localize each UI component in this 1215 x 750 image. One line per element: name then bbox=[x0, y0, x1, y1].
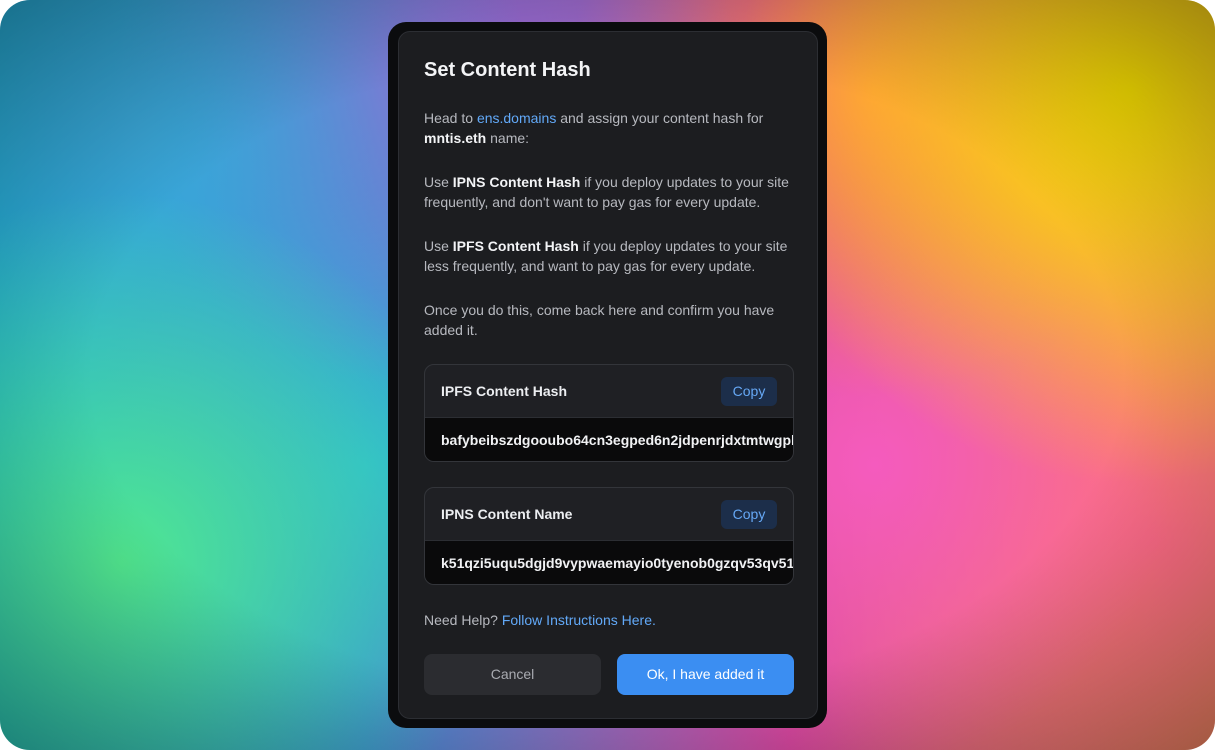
modal-title: Set Content Hash bbox=[424, 59, 591, 81]
ipfs-tip-bold: IPFS Content Hash bbox=[452, 238, 579, 254]
domain-name: mntis.eth bbox=[424, 130, 487, 146]
ipfs-hash-label: IPFS Content Hash bbox=[441, 383, 568, 399]
intro-text: Head to ens.domains and assign your cont… bbox=[424, 108, 794, 148]
copy-ipfs-button[interactable]: Copy bbox=[721, 377, 777, 406]
help-text: Need Help? Follow Instructions Here. bbox=[424, 612, 656, 628]
help-prefix: Need Help? bbox=[424, 612, 502, 628]
ipfs-hash-header: IPFS Content Hash Copy bbox=[425, 365, 793, 418]
ipns-name-header: IPNS Content Name Copy bbox=[425, 488, 793, 541]
ipns-tip-text: Use IPNS Content Hash if you deploy upda… bbox=[424, 172, 794, 212]
ipns-name-label: IPNS Content Name bbox=[441, 506, 573, 522]
ipfs-tip-text: Use IPFS Content Hash if you deploy upda… bbox=[424, 236, 794, 276]
intro-middle: and assign your content hash for bbox=[556, 110, 764, 126]
ipns-name-card: IPNS Content Name Copy k51qzi5uqu5dgjd9v… bbox=[424, 487, 794, 585]
intro-prefix: Head to bbox=[424, 110, 477, 126]
ens-domains-link[interactable]: ens.domains bbox=[477, 110, 556, 126]
ipns-tip-bold: IPNS Content Hash bbox=[452, 174, 581, 190]
follow-instructions-link[interactable]: Follow Instructions Here. bbox=[502, 612, 656, 628]
intro-suffix: name: bbox=[486, 130, 530, 146]
set-content-hash-modal: Set Content Hash Head to ens.domains and… bbox=[398, 31, 818, 719]
copy-ipns-button[interactable]: Copy bbox=[721, 500, 777, 529]
confirm-text: Once you do this, come back here and con… bbox=[424, 302, 775, 338]
cancel-button[interactable]: Cancel bbox=[424, 654, 601, 695]
ipfs-hash-card: IPFS Content Hash Copy bafybeibszdgooubo… bbox=[424, 364, 794, 462]
ipfs-tip-prefix: Use bbox=[424, 238, 453, 254]
ipns-tip-prefix: Use bbox=[424, 174, 453, 190]
ipfs-hash-value[interactable]: bafybeibszdgooubo64cn3egped6n2jdpenrjdxt… bbox=[425, 418, 793, 461]
confirm-added-button[interactable]: Ok, I have added it bbox=[617, 654, 794, 695]
ipns-name-value[interactable]: k51qzi5uqu5dgjd9vypwaemayio0tyenob0gzqv5… bbox=[425, 541, 793, 584]
